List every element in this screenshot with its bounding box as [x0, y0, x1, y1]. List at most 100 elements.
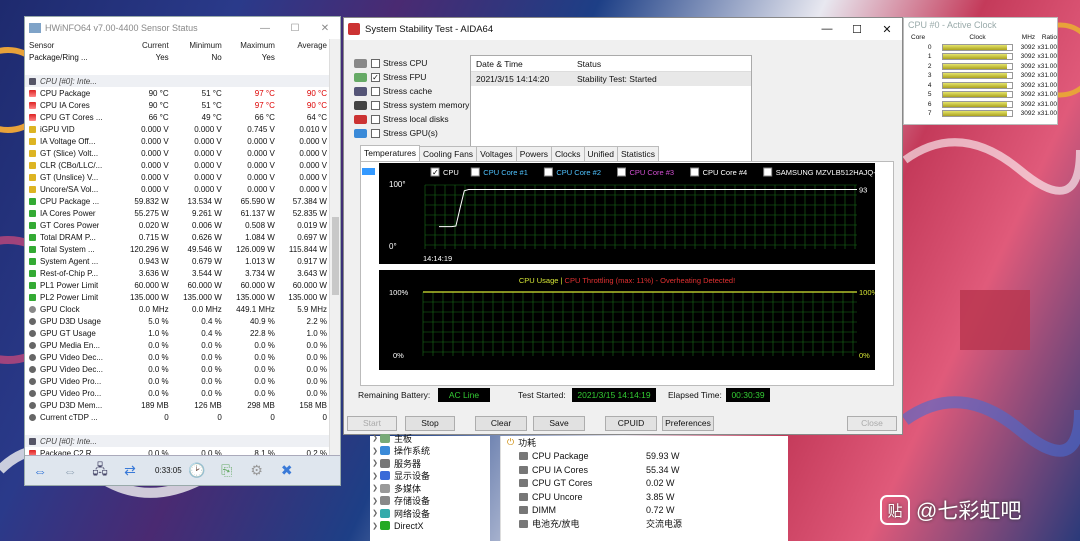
device-category[interactable]: ❯ 多媒体 — [370, 482, 490, 495]
start-button[interactable]: Start — [347, 416, 397, 431]
device-category[interactable]: ❯ 服务器 — [370, 457, 490, 470]
sensor-row[interactable]: GPU GT Usage 1.0 % 0.4 % 22.8 % 1.0 % — [25, 327, 331, 339]
power-row[interactable]: CPU IA Cores 55.34 W — [501, 463, 788, 477]
legend-item[interactable]: CPU Core #2 — [543, 167, 601, 177]
sensor-row[interactable]: GPU D3D Usage 5.0 % 0.4 % 40.9 % 2.2 % — [25, 315, 331, 327]
sensor-scrollbar[interactable] — [329, 39, 340, 471]
sensor-row[interactable]: iGPU VID 0.000 V 0.000 V 0.745 V 0.010 V — [25, 123, 331, 135]
stress-option[interactable]: Stress cache — [354, 84, 469, 98]
expand-arrow-icon[interactable]: ❯ — [370, 509, 380, 517]
expand-arrow-icon[interactable]: ❯ — [370, 472, 380, 480]
power-row[interactable]: CPU Uncore 3.85 W — [501, 490, 788, 504]
sensor-row[interactable]: GPU Video Dec... 0.0 % 0.0 % 0.0 % 0.0 % — [25, 363, 331, 375]
maximize-icon[interactable]: ☐ — [280, 23, 310, 34]
sensor-row[interactable]: CPU GT Cores ... 66 °C 49 °C 66 °C 64 °C — [25, 111, 331, 123]
arrows-collapse-icon[interactable]: ⇔ — [57, 460, 83, 482]
power-row[interactable]: CPU Package 59.93 W — [501, 450, 788, 464]
minimize-icon[interactable]: — — [812, 23, 842, 35]
device-category[interactable]: ❯ 主板 — [370, 432, 490, 445]
tab-clocks[interactable]: Clocks — [551, 146, 585, 162]
sensor-row[interactable]: GPU D3D Mem... 189 MB 126 MB 298 MB 158 MB — [25, 399, 331, 411]
sensor-row[interactable]: CLR (CBo/LLC/... 0.000 V 0.000 V 0.000 V 0.0… — [25, 159, 331, 171]
device-category[interactable]: ❯ 操作系统 — [370, 445, 490, 458]
close-button[interactable]: Close — [847, 416, 897, 431]
sensor-row[interactable]: GPU Media En... 0.0 % 0.0 % 0.0 % 0.0 % — [25, 339, 331, 351]
legend-item[interactable]: ✓ CPU — [430, 167, 459, 177]
stress-checkbox[interactable] — [371, 86, 380, 96]
device-category[interactable]: ❯ DirectX — [370, 520, 490, 533]
sensor-row[interactable]: CPU Package 90 °C 51 °C 97 °C 90 °C — [25, 87, 331, 99]
sensor-group[interactable]: CPU [#0]: Inte... — [25, 435, 331, 447]
legend-checkbox[interactable] — [763, 167, 773, 177]
cpuid-button[interactable]: CPUID — [605, 416, 657, 431]
maximize-icon[interactable]: ☐ — [842, 23, 872, 36]
stress-option[interactable]: Stress local disks — [354, 112, 469, 126]
legend-item[interactable]: CPU Core #1 — [470, 167, 528, 177]
expand-arrow-icon[interactable]: ❯ — [370, 447, 380, 455]
close-icon[interactable]: ✕ — [310, 23, 340, 34]
sensor-row[interactable]: CPU Package ... 59.832 W 13.534 W 65.590 W 5… — [25, 195, 331, 207]
sensor-row[interactable]: CPU IA Cores 90 °C 51 °C 97 °C 90 °C — [25, 99, 331, 111]
save-button[interactable]: Save — [533, 416, 585, 431]
sensor-group[interactable]: CPU [#0]: Inte... — [25, 75, 331, 87]
power-row[interactable]: DIMM 0.72 W — [501, 504, 788, 518]
column-header[interactable]: Sensor — [25, 41, 120, 50]
sensor-row[interactable]: Rest-of-Chip P... 3.636 W 3.544 W 3.734 W 3.… — [25, 267, 331, 279]
column-header[interactable]: Current — [120, 41, 172, 50]
stress-checkbox[interactable] — [371, 100, 380, 110]
scrollbar-thumb[interactable] — [332, 217, 339, 295]
sensor-row[interactable]: GPU Video Pro... 0.0 % 0.0 % 0.0 % 0.0 % — [25, 387, 331, 399]
expand-arrow-icon[interactable]: ❯ — [370, 434, 380, 442]
sensor-row[interactable]: Total DRAM P... 0.715 W 0.626 W 1.084 W 0.69… — [25, 231, 331, 243]
network-monitor-icon[interactable]: 🖧 — [87, 460, 113, 482]
sensor-row[interactable]: GT Cores Power 0.020 W 0.006 W 0.508 W 0.019… — [25, 219, 331, 231]
tab-cooling-fans[interactable]: Cooling Fans — [418, 146, 478, 162]
sensor-row[interactable]: IA Cores Power 55.275 W 9.261 W 61.137 W 52.… — [25, 207, 331, 219]
log-row[interactable]: 2021/3/15 14:14:20 Stability Test: Start… — [471, 72, 751, 86]
sensor-row[interactable]: Uncore/SA Vol... 0.000 V 0.000 V 0.000 V 0.0… — [25, 183, 331, 195]
legend-item[interactable]: CPU Core #3 — [617, 167, 675, 177]
power-row[interactable]: 电池充/放电 交流电源 — [501, 517, 788, 531]
sensor-row[interactable]: Current cTDP ... 0 0 0 0 — [25, 411, 331, 423]
tab-powers[interactable]: Powers — [515, 146, 553, 162]
close-icon[interactable]: ✕ — [872, 23, 902, 36]
stop-button[interactable]: Stop — [405, 416, 455, 431]
sensor-row[interactable]: GT (Slice) Volt... 0.000 V 0.000 V 0.000 V 0… — [25, 147, 331, 159]
settings-gear-icon[interactable]: ⚙ — [244, 460, 270, 482]
device-category[interactable]: ❯ 显示设备 — [370, 470, 490, 483]
sensor-row[interactable]: PL1 Power Limit 60.000 W 60.000 W 60.000 W 6… — [25, 279, 331, 291]
device-category[interactable]: ❯ 存储设备 — [370, 495, 490, 508]
tab-unified[interactable]: Unified — [583, 146, 619, 162]
power-row[interactable]: CPU GT Cores 0.02 W — [501, 477, 788, 491]
sensor-row[interactable]: Package/Ring ... Yes No Yes — [25, 51, 331, 63]
legend-item[interactable]: CPU Core #4 — [690, 167, 748, 177]
stress-checkbox[interactable]: ✓ — [371, 72, 380, 82]
sync-icon[interactable]: ⇄ — [117, 460, 143, 482]
expand-arrow-icon[interactable]: ❯ — [370, 522, 380, 530]
expand-arrow-icon[interactable]: ❯ — [370, 459, 380, 467]
legend-checkbox[interactable] — [690, 167, 700, 177]
stress-checkbox[interactable] — [371, 128, 380, 138]
stress-checkbox[interactable] — [371, 114, 380, 124]
sensor-row[interactable] — [25, 63, 331, 75]
stress-option[interactable]: Stress GPU(s) — [354, 126, 469, 140]
stress-checkbox[interactable] — [371, 58, 380, 68]
sensor-row[interactable]: GPU Video Dec... 0.0 % 0.0 % 0.0 % 0.0 % — [25, 351, 331, 363]
sensor-row[interactable]: GPU Video Pro... 0.0 % 0.0 % 0.0 % 0.0 % — [25, 375, 331, 387]
minimize-icon[interactable]: — — [250, 23, 280, 34]
clock-icon[interactable]: 🕑 — [184, 460, 210, 482]
legend-checkbox[interactable] — [543, 167, 553, 177]
legend-checkbox[interactable] — [470, 167, 480, 177]
sensor-row[interactable]: GPU Clock 0.0 MHz 0.0 MHz 449.1 MHz 5.9 MHz — [25, 303, 331, 315]
graph-selector[interactable] — [361, 162, 376, 384]
stress-option[interactable]: Stress CPU — [354, 56, 469, 70]
legend-item[interactable]: SAMSUNG MZVLB512HAJQ-00000 — [763, 167, 897, 177]
export-icon[interactable]: ⎘ — [214, 460, 240, 482]
tab-statistics[interactable]: Statistics — [617, 146, 660, 162]
sensor-row[interactable] — [25, 423, 331, 435]
column-header[interactable]: Average — [278, 41, 331, 50]
clear-button[interactable]: Clear — [475, 416, 527, 431]
stress-option[interactable]: Stress system memory — [354, 98, 469, 112]
device-category[interactable]: ❯ 网络设备 — [370, 507, 490, 520]
tab-voltages[interactable]: Voltages — [476, 146, 517, 162]
